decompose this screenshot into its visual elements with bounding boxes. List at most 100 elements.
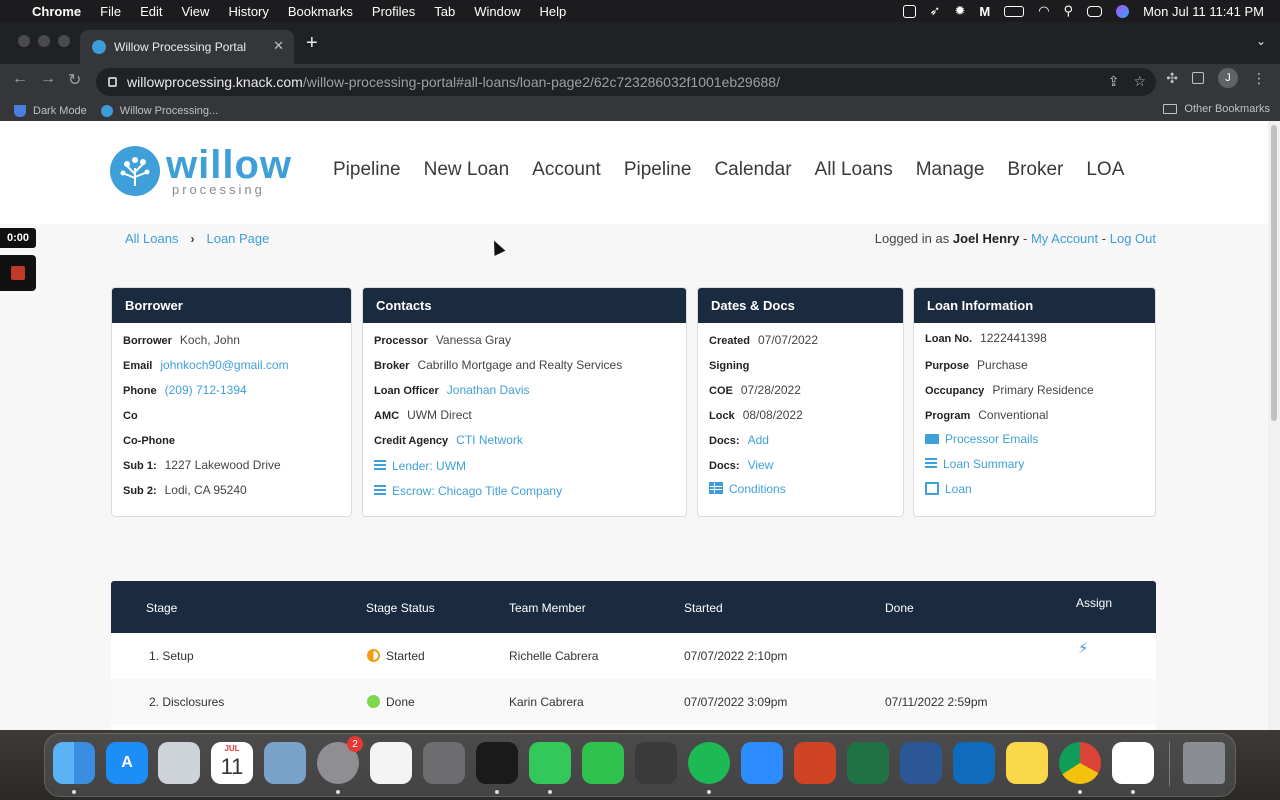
loan-officer-link[interactable]: Jonathan Davis [447,383,530,397]
my-account-link[interactable]: My Account [1031,231,1098,246]
nav-broker[interactable]: Broker [1007,159,1063,181]
finder-icon[interactable] [53,742,95,784]
tab-search-chevron-icon[interactable]: ⌄ [1256,34,1266,48]
launchpad-icon[interactable] [158,742,200,784]
outlook-icon[interactable] [953,742,995,784]
nav-all-loans[interactable]: All Loans [815,159,893,181]
slack-icon[interactable] [1112,742,1154,784]
malwarebytes-icon[interactable]: M [979,4,990,19]
drive-icon[interactable] [902,4,916,18]
breadcrumb-loan-page[interactable]: Loan Page [206,231,269,246]
lock-icon[interactable] [108,77,117,87]
menu-help[interactable]: Help [540,4,567,19]
minimize-window-button[interactable] [38,35,50,47]
calendar-icon[interactable]: JUL 11 [211,742,253,784]
messages-icon[interactable] [529,742,571,784]
preview-icon[interactable] [264,742,306,784]
new-tab-button[interactable]: + [306,32,318,55]
docs-view-link[interactable]: View [748,458,774,472]
col-done[interactable]: Done [885,601,914,615]
menu-history[interactable]: History [228,4,268,19]
profile-avatar[interactable]: J [1218,68,1238,88]
side-panel-icon[interactable] [1192,72,1204,84]
rocket-icon[interactable]: ➶ [930,3,941,19]
app-store-icon[interactable]: A [106,742,148,784]
back-button[interactable]: ← [12,70,28,88]
loan-edit-link[interactable]: Loan [925,482,972,496]
conditions-link[interactable]: Conditions [709,482,786,496]
escrow-link[interactable]: Escrow: Chicago Title Company [374,484,562,498]
other-bookmarks[interactable]: Other Bookmarks [1163,103,1270,115]
notes-icon[interactable] [1006,742,1048,784]
siri-icon[interactable] [1116,4,1130,18]
col-team-member[interactable]: Team Member [509,601,586,615]
nav-manage[interactable]: Manage [916,159,985,181]
powerpoint-icon[interactable] [794,742,836,784]
col-assign[interactable]: Assign [1076,596,1112,610]
email-link[interactable]: johnkoch90@gmail.com [160,358,288,372]
sublime-icon[interactable] [635,742,677,784]
system-preferences-icon[interactable]: 2 [317,736,363,784]
bookmark-dark-mode[interactable]: Dark Mode [14,104,87,117]
col-started[interactable]: Started [684,601,723,615]
nav-new-loan[interactable]: New Loan [424,159,510,181]
scrollbar-thumb[interactable] [1271,125,1277,421]
textedit-icon[interactable] [370,742,412,784]
brightness-icon[interactable]: ✹ [954,3,965,19]
borrower-name-row: Borrower Koch, John [123,333,240,347]
breadcrumb-all-loans[interactable]: All Loans [125,231,178,246]
bookmark-star-icon[interactable]: ☆ [1133,73,1146,90]
loan-summary-link[interactable]: Loan Summary [925,457,1024,471]
processor-emails-link[interactable]: Processor Emails [925,432,1038,446]
menu-window[interactable]: Window [474,4,520,19]
willow-logo[interactable]: willow processing [110,145,292,196]
menu-file[interactable]: File [100,4,121,19]
spotify-icon[interactable] [688,742,730,784]
nav-calendar[interactable]: Calendar [714,159,791,181]
phone-link[interactable]: (209) 712-1394 [165,383,247,397]
lender-link[interactable]: Lender: UWM [374,459,466,473]
control-center-icon[interactable] [1087,5,1103,17]
extensions-icon[interactable]: ✣ [1166,70,1178,87]
trash-icon[interactable] [1183,742,1225,784]
spotlight-search-icon[interactable]: ⚲ [1064,3,1074,19]
chrome-icon[interactable] [1059,742,1101,784]
address-bar[interactable]: willowprocessing.knack.com/willow-proces… [96,68,1156,96]
menu-view[interactable]: View [181,4,209,19]
acrobat-icon[interactable] [476,742,518,784]
share-icon[interactable]: ⇪ [1108,73,1120,90]
zoom-window-button[interactable] [58,35,70,47]
wifi-icon[interactable]: ◠ [1038,3,1049,19]
col-stage[interactable]: Stage [146,601,177,615]
col-stage-status[interactable]: Stage Status [366,601,435,615]
menu-profiles[interactable]: Profiles [372,4,415,19]
nav-account[interactable]: Account [532,159,601,181]
calculator-icon[interactable] [423,742,465,784]
close-window-button[interactable] [18,35,30,47]
nav-pipeline[interactable]: Pipeline [333,159,401,181]
docs-add-link[interactable]: Add [748,433,769,447]
menu-edit[interactable]: Edit [140,4,162,19]
excel-icon[interactable] [847,742,889,784]
credit-agency-link[interactable]: CTI Network [456,433,523,447]
nav-pipeline-2[interactable]: Pipeline [624,159,692,181]
close-tab-icon[interactable]: ✕ [273,38,284,54]
menu-bookmarks[interactable]: Bookmarks [288,4,353,19]
facetime-icon[interactable] [582,742,624,784]
battery-icon[interactable] [1004,5,1025,17]
menu-tab[interactable]: Tab [434,4,455,19]
clock-datetime[interactable]: Mon Jul 11 11:41 PM [1143,4,1264,19]
page-scrollbar[interactable] [1268,121,1280,730]
assign-bolt-icon[interactable]: ⚡ [1078,639,1089,657]
stop-recording-button[interactable] [0,255,36,291]
log-out-link[interactable]: Log Out [1110,231,1156,246]
word-icon[interactable] [900,742,942,784]
menu-app-name[interactable]: Chrome [32,4,81,19]
zoom-icon[interactable] [741,742,783,784]
nav-loa[interactable]: LOA [1086,159,1124,181]
bookmark-willow[interactable]: Willow Processing... [100,104,218,117]
reload-button[interactable]: ↻ [68,70,81,90]
more-menu-icon[interactable]: ⋮ [1252,70,1266,87]
browser-tab[interactable]: Willow Processing Portal ✕ [80,30,294,64]
forward-button[interactable]: → [40,70,56,88]
